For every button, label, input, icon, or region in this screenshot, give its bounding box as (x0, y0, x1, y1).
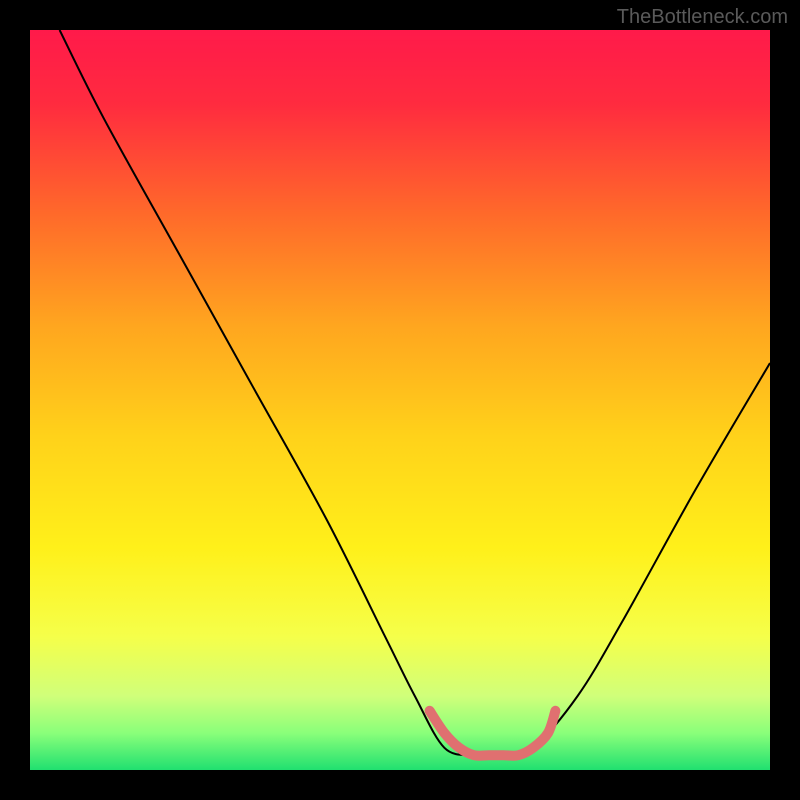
watermark-text: TheBottleneck.com (617, 6, 788, 29)
plot-area (30, 30, 770, 770)
chart-svg (30, 30, 770, 770)
background-gradient (30, 30, 770, 770)
